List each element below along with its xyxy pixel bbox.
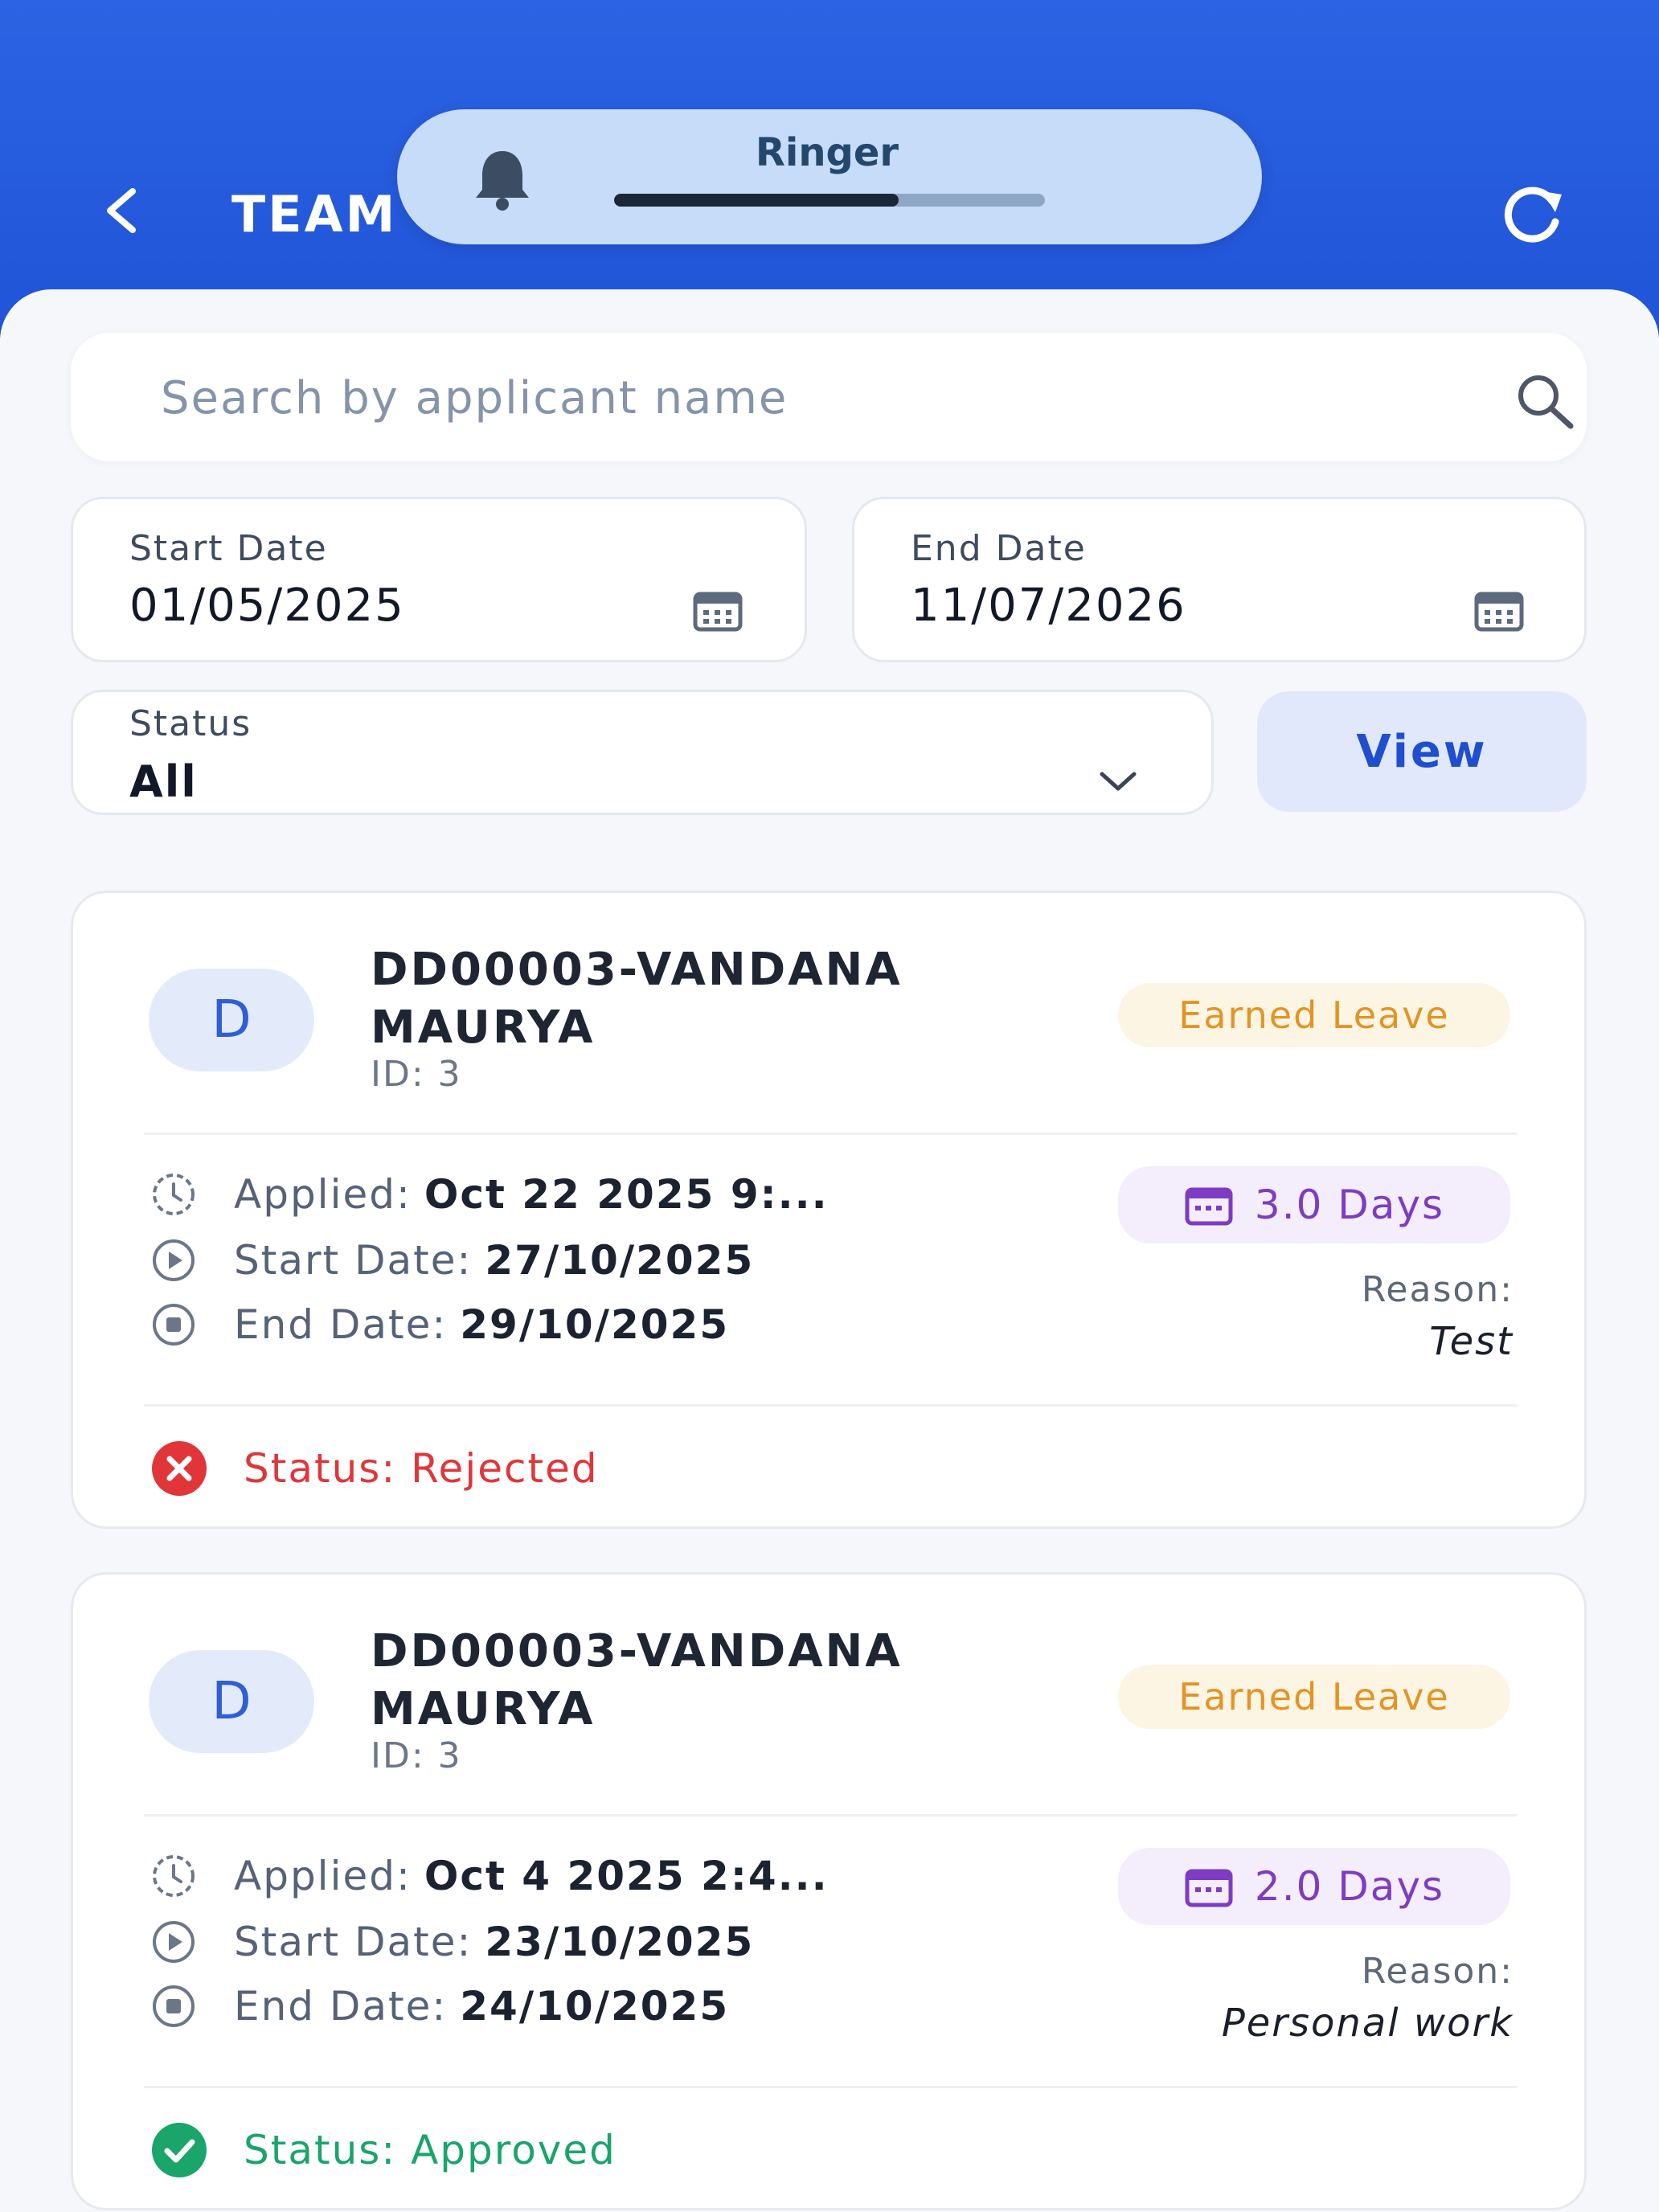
leave-type-badge: Earned Leave [1118, 1665, 1510, 1729]
search-icon[interactable] [1511, 368, 1579, 436]
divider [144, 1404, 1517, 1407]
applied-label: Applied: [234, 1171, 412, 1218]
days-badge: 2.0 Days [1118, 1848, 1510, 1925]
status-row: Status: Approved [149, 2118, 616, 2182]
applied-row: Applied: Oct 22 2025 9:... [149, 1166, 829, 1223]
ringer-volume-fill [614, 194, 899, 207]
end-date-picker[interactable]: End Date 11/07/2026 [852, 497, 1587, 662]
leave-request-card[interactable]: D DD00003-VANDANA MAURYA ID: 3 Earned Le… [71, 1572, 1587, 2210]
calendar-icon [693, 592, 743, 632]
start-date-value: 01/05/2025 [129, 580, 405, 632]
search-input[interactable] [159, 357, 1416, 439]
refresh-button[interactable] [1497, 182, 1569, 246]
applied-row: Applied: Oct 4 2025 2:4... [149, 1848, 829, 1904]
applicant-name: DD00003-VANDANA MAURYA [371, 944, 903, 1054]
applicant-name: DD00003-VANDANA MAURYA [371, 1625, 903, 1735]
start-date-label: Start Date [129, 528, 328, 569]
applied-label: Applied: [234, 1853, 412, 1899]
end-date-value: 11/07/2026 [911, 580, 1186, 632]
applicant-id: ID: 3 [371, 1054, 462, 1095]
end-date-row: End Date: 29/10/2025 [149, 1296, 729, 1353]
end-date-value: 29/10/2025 [460, 1301, 730, 1348]
applied-value: Oct 22 2025 9:... [424, 1171, 829, 1218]
status-text: Status: Approved [244, 2127, 616, 2173]
end-date-label: End Date: [234, 1983, 448, 2030]
reason-value: Personal work [1221, 2001, 1514, 2046]
days-badge: 3.0 Days [1118, 1166, 1510, 1243]
avatar: D [149, 1650, 314, 1753]
end-date-label: End Date: [234, 1301, 448, 1348]
end-date-value: 24/10/2025 [460, 1983, 730, 2030]
avatar: D [149, 969, 314, 1071]
chevron-down-icon [1100, 772, 1137, 791]
bell-icon [476, 151, 529, 211]
applied-value: Oct 4 2025 2:4... [424, 1853, 829, 1899]
start-date-row: Start Date: 23/10/2025 [149, 1914, 754, 1970]
ringer-label: Ringer [755, 130, 899, 175]
status-dropdown[interactable]: Status All [71, 690, 1214, 815]
stop-circle-icon [153, 1304, 195, 1346]
chevron-left-icon [107, 188, 136, 233]
page-title: TEAM [231, 185, 398, 244]
stop-circle-icon [153, 1985, 195, 2027]
divider [144, 1133, 1517, 1135]
calendar-icon [1185, 1187, 1233, 1226]
reason-label: Reason: [1361, 1951, 1514, 1992]
refresh-icon [1504, 186, 1562, 243]
start-date-value: 23/10/2025 [485, 1919, 755, 1965]
back-button[interactable] [90, 178, 154, 243]
check-circle-icon [152, 2123, 207, 2177]
days-count: 2.0 Days [1254, 1863, 1445, 1910]
leave-request-card[interactable]: D DD00003-VANDANA MAURYA ID: 3 Earned Le… [71, 891, 1587, 1529]
error-circle-icon [152, 1441, 207, 1496]
start-date-picker[interactable]: Start Date 01/05/2025 [71, 497, 807, 662]
play-circle-icon [153, 1921, 195, 1963]
divider [144, 1814, 1517, 1817]
status-value: All [129, 756, 198, 807]
reason-value: Test [1429, 1319, 1514, 1364]
start-date-value: 27/10/2025 [485, 1237, 755, 1284]
start-date-label: Start Date: [234, 1237, 473, 1284]
applicant-id: ID: 3 [371, 1735, 462, 1776]
end-date-row: End Date: 24/10/2025 [149, 1978, 729, 2034]
ringer-volume-bar[interactable] [614, 194, 1045, 207]
play-circle-icon [153, 1239, 195, 1281]
status-text: Status: Rejected [244, 1445, 599, 1492]
divider [144, 2086, 1517, 2088]
calendar-icon [1185, 1869, 1233, 1907]
search-bar [71, 333, 1587, 461]
clock-icon [153, 1855, 195, 1897]
ringer-volume-overlay: Ringer [397, 109, 1262, 244]
leave-type-badge: Earned Leave [1118, 983, 1510, 1047]
clock-icon [153, 1174, 195, 1215]
end-date-label: End Date [911, 528, 1087, 569]
status-label: Status [129, 703, 252, 744]
start-date-row: Start Date: 27/10/2025 [149, 1232, 754, 1288]
reason-label: Reason: [1361, 1269, 1514, 1310]
calendar-icon [1474, 592, 1524, 632]
view-button[interactable]: View [1257, 691, 1587, 812]
status-row: Status: Rejected [149, 1436, 599, 1501]
days-count: 3.0 Days [1254, 1182, 1445, 1228]
start-date-label: Start Date: [234, 1919, 473, 1965]
